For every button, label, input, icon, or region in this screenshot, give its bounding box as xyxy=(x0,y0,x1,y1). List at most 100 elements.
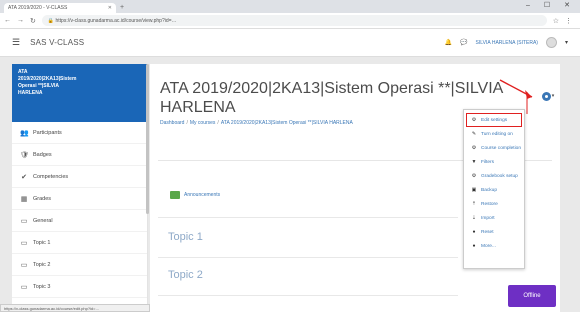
breadcrumb-link[interactable]: ATA 2019/2020|2KA13|Sistem Operasi **|SI… xyxy=(221,120,353,126)
url-text: https://v-class.gunadarma.ac.id/course/v… xyxy=(55,17,177,24)
badge-icon: 🛡 xyxy=(20,151,29,159)
avatar[interactable] xyxy=(545,37,557,48)
nav-drawer: ATA 2019/2020|2KA13|Sistem Operasi **|SI… xyxy=(12,64,148,312)
menu-item-backup[interactable]: ▣ Backup xyxy=(464,183,524,197)
drawer-item-label: Grades xyxy=(33,195,52,202)
menu-item-restore[interactable]: ⇡ Restore xyxy=(464,197,524,211)
course-settings-button[interactable]: ▾ xyxy=(538,89,558,103)
menu-item-label: Restore xyxy=(481,201,498,207)
drawer-item-grades[interactable]: ▦ Grades xyxy=(12,188,147,210)
section-title-topic-1[interactable]: Topic 1 xyxy=(168,231,203,243)
course-actions-menu: ⚙ Edit settings ✎ Turn editing on ⚙ Course … xyxy=(463,109,525,269)
drawer-item-label: Competencies xyxy=(33,173,69,180)
menu-item-label: Import xyxy=(481,215,495,221)
drawer-item-competencies[interactable]: ✔ Competencies xyxy=(12,166,147,188)
breadcrumb-link[interactable]: My courses xyxy=(190,120,216,126)
chevron-down-icon: ▾ xyxy=(551,93,555,99)
new-tab-icon[interactable]: + xyxy=(120,3,124,13)
menu-item-more[interactable]: ● More... xyxy=(464,239,524,253)
drawer-item-label: Topic 3 xyxy=(33,283,51,290)
drawer-item-topic-3[interactable]: ▭ Topic 3 xyxy=(12,276,147,298)
site-brand[interactable]: SAS V-CLASS xyxy=(30,38,84,47)
forum-icon xyxy=(170,191,180,199)
url-field[interactable]: 🔒 https://v-class.gunadarma.ac.id/course… xyxy=(41,15,547,26)
back-icon[interactable]: ← xyxy=(4,17,11,24)
menu-item-label: Course completion xyxy=(481,145,521,151)
menu-item-import[interactable]: ⇣ Import xyxy=(464,211,524,225)
chevron-down-icon[interactable]: ▾ xyxy=(565,39,568,46)
close-window-icon[interactable]: ✕ xyxy=(564,0,570,13)
folder-icon: ▭ xyxy=(20,217,28,225)
lock-icon: 🔒 xyxy=(47,17,56,24)
drawer-item-general[interactable]: ▭ General xyxy=(12,210,147,232)
grades-icon: ▦ xyxy=(20,195,28,203)
breadcrumb-link[interactable]: Dashboard xyxy=(160,120,184,126)
site-navbar: ☰ SAS V-CLASS 🔔 💬 SILVIA HARLENA (SITERA… xyxy=(0,29,580,57)
browser-tabbar: ATA 2019/2020 - V-CLASS ✕ + – ☐ ✕ xyxy=(0,0,580,13)
announcements-label: Announcements xyxy=(184,192,221,198)
folder-icon: ▭ xyxy=(20,261,28,269)
users-icon: 👥 xyxy=(20,129,29,137)
reset-icon: ● xyxy=(472,229,476,235)
drawer-item-topic-1[interactable]: ▭ Topic 1 xyxy=(12,232,147,254)
close-tab-icon[interactable]: ✕ xyxy=(108,5,112,11)
offline-badge[interactable]: Offline xyxy=(508,285,556,307)
menu-item-label: Filters xyxy=(481,159,495,165)
reload-icon[interactable]: ↻ xyxy=(30,17,36,25)
restore-icon: ⇡ xyxy=(471,201,477,207)
menu-item-course-completion[interactable]: ⚙ Course completion xyxy=(464,141,524,155)
section-divider xyxy=(158,257,458,258)
messages-icon[interactable]: 💬 xyxy=(460,39,467,46)
announcements-link[interactable]: Announcements xyxy=(170,191,220,199)
drawer-scrollbar[interactable] xyxy=(146,64,149,214)
hamburger-menu-icon[interactable]: ☰ xyxy=(12,37,20,48)
drawer-item-label: General xyxy=(33,217,53,224)
pencil-icon: ✎ xyxy=(471,131,477,137)
drawer-course-line: Operasi **|SILVIA xyxy=(18,83,60,89)
maximize-icon[interactable]: ☐ xyxy=(544,0,550,13)
menu-item-filters[interactable]: ▼ Filters xyxy=(464,155,524,169)
drawer-item-current-course[interactable]: ATA 2019/2020|2KA13|Sistem Operasi **|SI… xyxy=(12,64,147,122)
completion-icon: ⚙ xyxy=(471,145,477,151)
menu-item-edit-settings[interactable]: ⚙ Edit settings xyxy=(466,113,522,127)
backup-icon: ▣ xyxy=(471,187,477,193)
drawer-item-topic-2[interactable]: ▭ Topic 2 xyxy=(12,254,147,276)
browser-menu-icon[interactable]: ⋮ xyxy=(565,17,572,25)
section-divider xyxy=(158,295,458,296)
folder-icon: ▭ xyxy=(20,239,28,247)
folder-icon: ▭ xyxy=(20,283,28,291)
breadcrumb-separator: / xyxy=(217,120,219,126)
breadcrumb: Dashboard / My courses / ATA 2019/2020|2KA13… xyxy=(160,120,353,126)
menu-item-reset[interactable]: ● Reset xyxy=(464,225,524,239)
tab-title: ATA 2019/2020 - V-CLASS xyxy=(8,5,68,11)
drawer-item-label: Topic 1 xyxy=(33,239,51,246)
drawer-item-label: Participants xyxy=(33,129,62,136)
menu-item-gradebook-setup[interactable]: ⚙ Gradebook setup xyxy=(464,169,524,183)
drawer-item-label: Topic 2 xyxy=(33,261,51,268)
browser-status-bar: https://v-class.gunadarma.ac.id/course/e… xyxy=(0,304,150,312)
menu-item-label: More... xyxy=(481,243,496,249)
gear-icon xyxy=(541,91,551,101)
filter-icon: ▼ xyxy=(471,159,477,165)
menu-item-label: Gradebook setup xyxy=(481,173,518,179)
browser-tab[interactable]: ATA 2019/2020 - V-CLASS ✕ xyxy=(4,3,116,13)
drawer-course-line: HARLENA xyxy=(18,90,43,96)
section-divider xyxy=(158,217,458,218)
section-title-topic-2[interactable]: Topic 2 xyxy=(168,269,203,281)
star-icon[interactable]: ☆ xyxy=(553,17,559,25)
menu-item-label: Backup xyxy=(481,187,497,193)
more-icon: ● xyxy=(472,243,476,249)
forward-icon[interactable]: → xyxy=(17,17,24,24)
drawer-item-participants[interactable]: 👥 Participants xyxy=(12,122,147,144)
user-name[interactable]: SILVIA HARLENA (SITERA) xyxy=(476,40,538,46)
gradebook-icon: ⚙ xyxy=(471,173,477,179)
minimize-icon[interactable]: – xyxy=(526,0,530,13)
menu-item-turn-editing-on[interactable]: ✎ Turn editing on xyxy=(464,127,524,141)
import-icon: ⇣ xyxy=(471,215,477,221)
drawer-course-line: ATA xyxy=(18,69,28,75)
competency-icon: ✔ xyxy=(21,173,27,181)
drawer-item-badges[interactable]: 🛡 Badges xyxy=(12,144,147,166)
notification-bell-icon[interactable]: 🔔 xyxy=(445,39,452,46)
menu-item-label: Turn editing on xyxy=(481,131,513,137)
breadcrumb-separator: / xyxy=(186,120,188,126)
